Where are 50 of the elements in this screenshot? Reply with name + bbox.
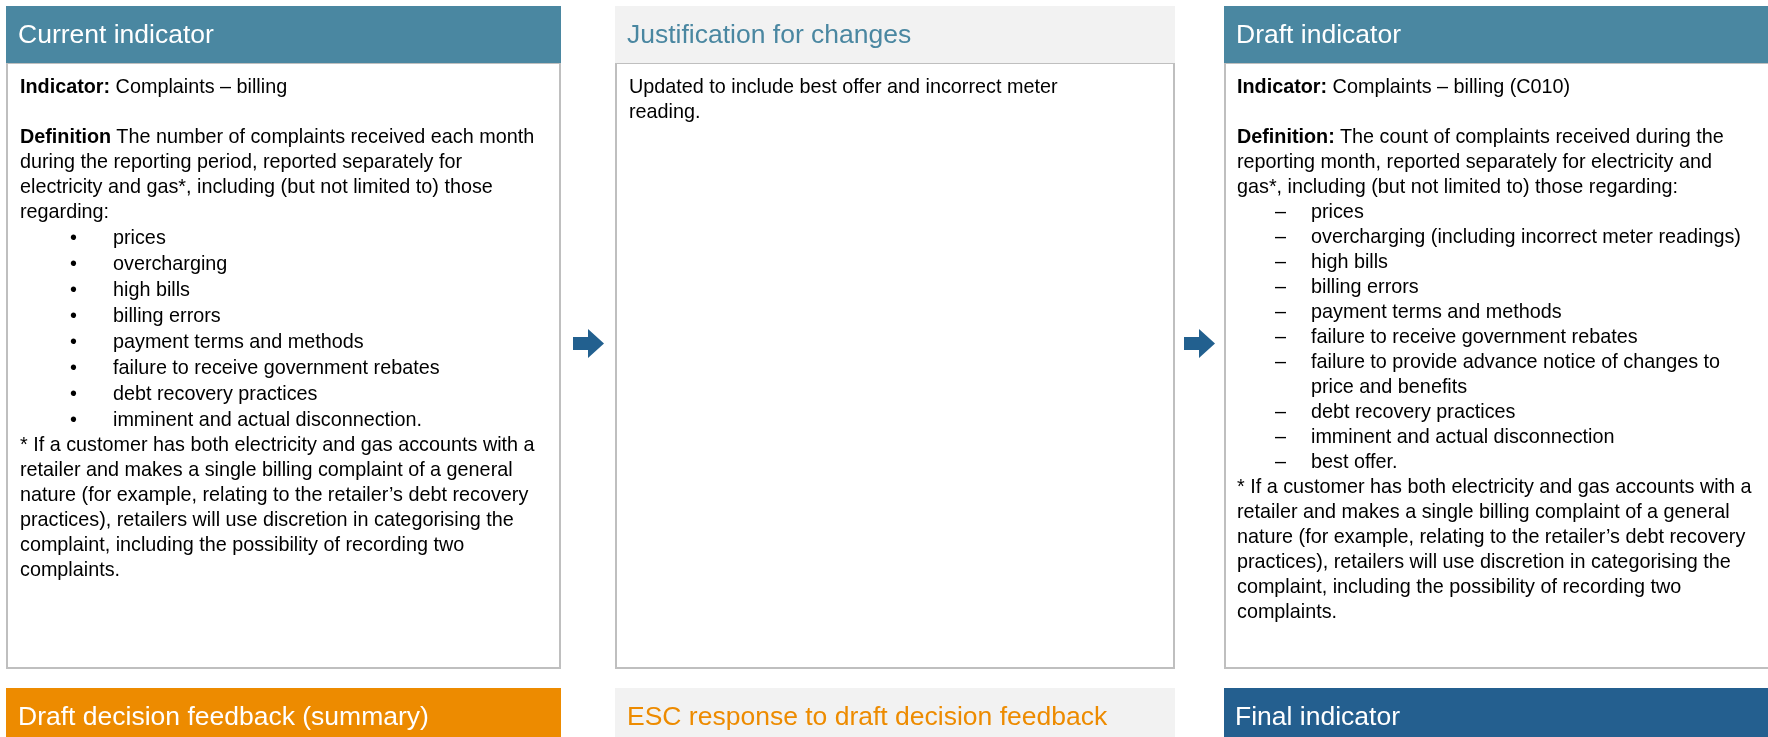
paragraph: * If a customer has both electricity and gas accounts with a retailer and makes a single billing complaint of a general nature (for example, relating to the retailer’s debt recovery practices), retailers will use discretion in categorising the complaint, including the possibility of recording two complaints.	[20, 432, 536, 582]
right-arrow-icon	[572, 329, 604, 358]
list-item: high bills	[1311, 249, 1388, 274]
paragraph: Indicator: Complaints – billing (C010)	[1237, 74, 1572, 99]
panel-header: Final indicator	[1224, 688, 1768, 737]
list-item: overcharging (including incorrect meter readings)	[1311, 224, 1741, 249]
list-item: payment terms and methods	[113, 329, 364, 354]
paragraph: * If a customer has both electricity and gas accounts with a retailer and makes a single billing complaint of a general nature (for example, relating to the retailer’s debt recovery practices), retailers will use discretion in categorising the complaint, including the possibility of recording two complaints.	[1237, 474, 1753, 624]
list-item: prices	[113, 225, 166, 250]
list-item: high bills	[113, 277, 190, 302]
list-item: prices	[1311, 199, 1364, 224]
list-item: imminent and actual disconnection.	[113, 407, 422, 432]
panel-header: Justification for changes	[615, 6, 1175, 63]
list-marker: •	[70, 303, 78, 328]
list-marker: –	[1275, 224, 1287, 249]
list-marker: •	[70, 381, 78, 406]
paragraph: Definition The number of complaints received each month during the reporting period, reported separately for electricity and gas*, including (but not limited to) those regarding:	[20, 124, 536, 224]
panel-header: ESC response to draft decision feedback	[615, 688, 1175, 737]
list-item: debt recovery practices	[113, 381, 318, 406]
paragraph: Definition: The count of complaints received during the reporting month, reported separately for electricity and gas*, including (but not limited to) those regarding:	[1237, 124, 1725, 199]
list-item: imminent and actual disconnection	[1311, 424, 1615, 449]
list-item: billing errors	[113, 303, 221, 328]
list-marker: –	[1275, 199, 1287, 224]
list-marker: –	[1275, 424, 1287, 449]
list-marker: –	[1275, 249, 1287, 274]
list-item: payment terms and methods	[1311, 299, 1562, 324]
panel-header: Draft decision feedback (summary)	[6, 688, 561, 737]
list-item: debt recovery practices	[1311, 399, 1516, 424]
list-marker: •	[70, 329, 78, 354]
list-marker: •	[70, 277, 78, 302]
panel-header: Draft indicator	[1224, 6, 1768, 63]
list-item: failure to receive government rebates	[1311, 324, 1638, 349]
list-item: best offer.	[1311, 449, 1398, 474]
paragraph: Indicator: Complaints – billing	[20, 74, 289, 99]
paragraph: Updated to include best offer and incorrect meter reading.	[629, 74, 1059, 124]
list-marker: –	[1275, 324, 1287, 349]
list-item: failure to receive government rebates	[113, 355, 440, 380]
panel-header: Current indicator	[6, 6, 561, 63]
right-arrow-icon	[1184, 329, 1215, 358]
list-marker: •	[70, 251, 78, 276]
list-marker: •	[70, 355, 78, 380]
list-marker: •	[70, 225, 78, 250]
list-marker: –	[1275, 449, 1287, 474]
list-marker: •	[70, 407, 78, 432]
list-item: billing errors	[1311, 274, 1419, 299]
list-item: overcharging	[113, 251, 228, 276]
list-marker: –	[1275, 399, 1287, 424]
list-marker: –	[1275, 274, 1287, 299]
list-marker: –	[1275, 349, 1287, 374]
list-marker: –	[1275, 299, 1287, 324]
